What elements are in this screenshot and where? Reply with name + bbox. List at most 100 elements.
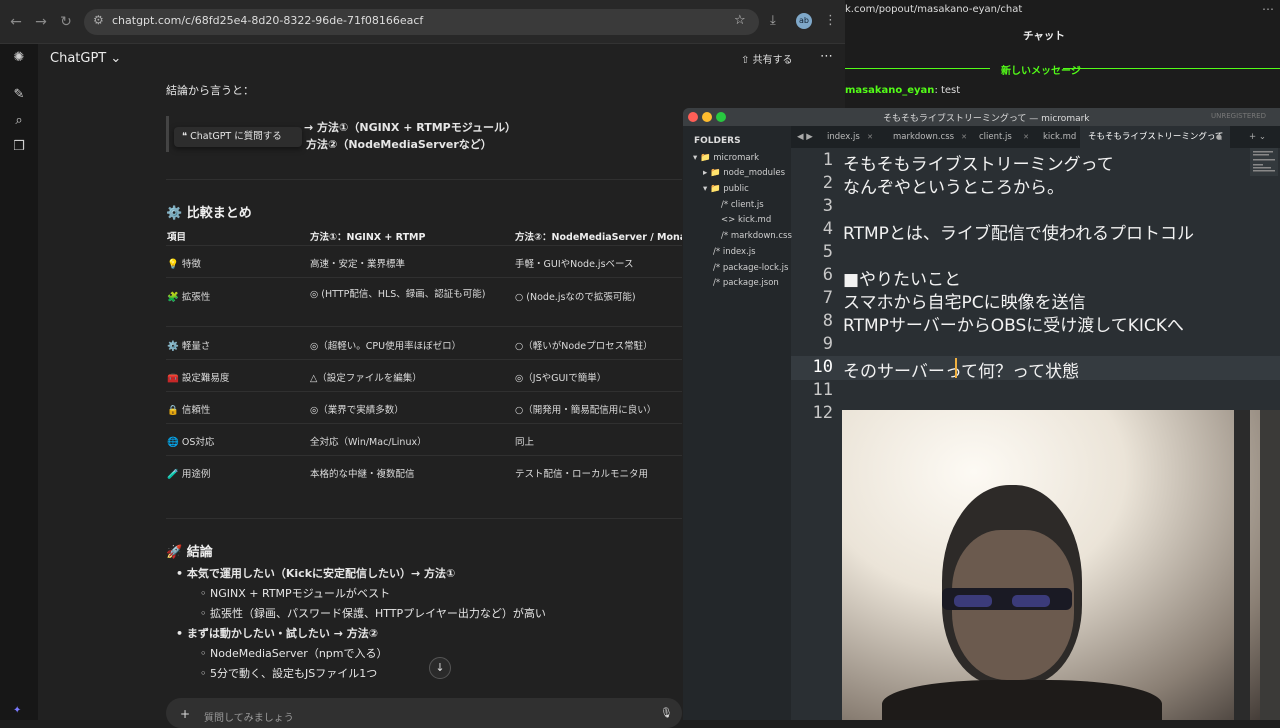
tooltip-label: ChatGPT に質問する	[190, 131, 282, 142]
folder-node-modules[interactable]: ▸ 📁 node_modules	[703, 168, 785, 178]
folder-sidebar: FOLDERS ▾ 📁 micromark ▸ 📁 node_modules ▾…	[683, 126, 792, 720]
tab-label: index.js	[827, 132, 860, 142]
microphone-icon[interactable]: 🎙	[660, 708, 673, 719]
table-header: 方法①：NGINX + RTMP	[310, 232, 426, 243]
intro-text: 結論から言うと：	[166, 84, 254, 97]
new-message-line	[1063, 68, 1280, 69]
file-package-lock[interactable]: /* package-lock.js	[713, 263, 788, 273]
folder-public[interactable]: ▾ 📁 public	[703, 184, 749, 194]
line-number: 6	[822, 265, 833, 285]
chat-menu-icon[interactable]: ⋯	[1262, 2, 1274, 16]
quote-icon: ❝	[182, 131, 191, 142]
table-divider	[166, 245, 682, 246]
chat-message-text: : test	[934, 85, 961, 96]
table-cell: ◎ (HTTP配信、HLS、録画、認証も可能)	[310, 289, 486, 300]
table-divider	[166, 391, 682, 392]
code-line[interactable]: RTMPとは、ライブ配信で使われるプロトコル	[843, 219, 1194, 244]
message-composer[interactable]: + 質問してみましょう 🎙	[166, 698, 682, 728]
tree-label: package-lock.js	[722, 263, 789, 273]
table-cell: テスト配信・ローカルモニタ用	[515, 469, 649, 480]
code-line[interactable]: そのサーバーって何？って状態	[843, 357, 1079, 382]
forward-icon[interactable]: →	[31, 12, 51, 32]
quote-line-1: → 方法①（NGINX + RTMPモジュール）	[304, 121, 516, 134]
url-text: chatgpt.com/c/68fd25e4-8d20-8322-96de-71…	[112, 14, 424, 27]
line-number: 5	[822, 242, 833, 262]
ask-chatgpt-tooltip[interactable]: ❝ ChatGPT に質問する	[174, 127, 302, 147]
bookmark-star-icon[interactable]: ☆	[734, 13, 746, 28]
maximize-window-button[interactable]	[716, 112, 726, 122]
address-bar[interactable]: ⚙ chatgpt.com/c/68fd25e4-8d20-8322-96de-…	[84, 9, 759, 35]
minimap[interactable]	[1250, 148, 1278, 176]
share-label: 共有する	[752, 55, 793, 66]
tree-label: public	[723, 184, 749, 194]
search-icon[interactable]: ⌕	[11, 113, 27, 129]
table-cell: ◎（業界で実績多数）	[310, 405, 404, 416]
code-line[interactable]: そもそもライブストリーミングって	[843, 150, 1114, 175]
folder-micromark[interactable]: ▾ 📁 micromark	[693, 153, 759, 163]
code-line[interactable]: RTMPサーバーからOBSに受け渡してKICKへ	[843, 311, 1184, 336]
bullet-text: NodeMediaServer（npmで入る）	[210, 647, 388, 660]
composer-placeholder: 質問してみましょう	[204, 713, 294, 724]
back-icon[interactable]: ←	[6, 12, 26, 32]
close-window-button[interactable]	[688, 112, 698, 122]
list-item: ◦ NodeMediaServer（npmで入る）	[200, 647, 388, 660]
conclusion-heading: 🚀 結論	[166, 545, 213, 560]
openai-logo-icon[interactable]: ✺	[11, 50, 27, 66]
table-cell: 同上	[515, 437, 535, 448]
more-options-icon[interactable]: ⋯	[820, 49, 833, 64]
table-cell: 🧪 用途例	[167, 469, 211, 480]
divider	[166, 179, 682, 180]
line-number: 11	[812, 380, 833, 400]
tree-label: client.js	[730, 200, 764, 210]
new-chat-icon[interactable]: ✎	[11, 87, 27, 103]
share-button[interactable]: ⇧ 共有する	[741, 51, 793, 66]
tree-label: node_modules	[723, 168, 786, 178]
attach-plus-icon[interactable]: +	[180, 707, 190, 721]
code-line[interactable]: スマホから自宅PCに映像を送信	[843, 288, 1086, 313]
tree-label: micromark	[713, 153, 759, 163]
tree-label: markdown.css	[730, 231, 792, 241]
table-divider	[166, 423, 682, 424]
scroll-down-icon[interactable]: ↓	[429, 657, 451, 679]
file-markdown-css[interactable]: /* markdown.css	[721, 231, 792, 241]
unsaved-dot-icon[interactable]: ●	[1216, 126, 1222, 148]
list-item: • 本気で運用したい（Kickに安定配信したい）→ 方法①	[176, 567, 456, 580]
bullet-text: 本気で運用したい（Kickに安定配信したい）→ 方法①	[186, 567, 456, 580]
table-header: 方法②：NodeMediaServer / MonaS	[515, 232, 682, 243]
table-cell: ⚙️ 軽量さ	[167, 341, 211, 352]
reload-icon[interactable]: ↻	[56, 12, 76, 32]
site-info-icon[interactable]: ⚙	[93, 13, 104, 27]
file-client-js[interactable]: /* client.js	[721, 200, 764, 210]
tab-label: そもそもライブストリーミングって	[1088, 132, 1224, 142]
line-number: 1	[822, 150, 833, 170]
webcam-glasses-lens	[1012, 595, 1050, 607]
table-cell: ◎（JSやGUIで簡単）	[515, 373, 607, 384]
upgrade-sparkle-icon[interactable]: ✦	[13, 705, 21, 716]
browser-menu-icon[interactable]: ⋮	[824, 13, 837, 28]
line-number: 3	[822, 196, 833, 216]
chat-username[interactable]: masakano_eyan	[845, 85, 934, 96]
editor-title: そもそもライブストリーミングって — micromark	[883, 114, 1090, 124]
file-index-js[interactable]: /* index.js	[713, 247, 756, 257]
library-icon[interactable]: ❒	[11, 139, 27, 155]
bullet-text: 拡張性（録画、パスワード保護、HTTPプレイヤー出力など）が高い	[210, 607, 546, 620]
table-header: 項目	[167, 232, 187, 243]
unregistered-label: UNREGISTERED	[1211, 112, 1266, 120]
tab-active-document[interactable]: そもそもライブストリーミングって ●	[1080, 126, 1230, 148]
list-item: • まずは動かしたい・試したい → 方法②	[176, 627, 379, 640]
file-kick-md[interactable]: <> kick.md	[721, 215, 771, 225]
download-icon[interactable]: ⤓	[770, 13, 776, 28]
webcam-glasses-lens	[954, 595, 992, 607]
compare-heading: ⚙️ 比較まとめ	[166, 206, 252, 221]
new-tab-icon[interactable]: + ⌄	[1249, 132, 1266, 142]
table-cell: 🧰 設定難易度	[167, 373, 230, 384]
model-selector[interactable]: ChatGPT ⌄	[50, 51, 121, 66]
minimize-window-button[interactable]	[702, 112, 712, 122]
profile-avatar[interactable]: ab	[796, 13, 812, 29]
code-line[interactable]: なんぞやというところから。	[843, 173, 1064, 198]
code-line[interactable]: ■やりたいこと	[843, 265, 961, 290]
table-divider	[166, 359, 682, 360]
table-cell: ○（開発用・簡易配信用に良い）	[515, 405, 657, 416]
file-package-json[interactable]: /* package.json	[713, 278, 779, 288]
tree-label: kick.md	[737, 215, 772, 225]
